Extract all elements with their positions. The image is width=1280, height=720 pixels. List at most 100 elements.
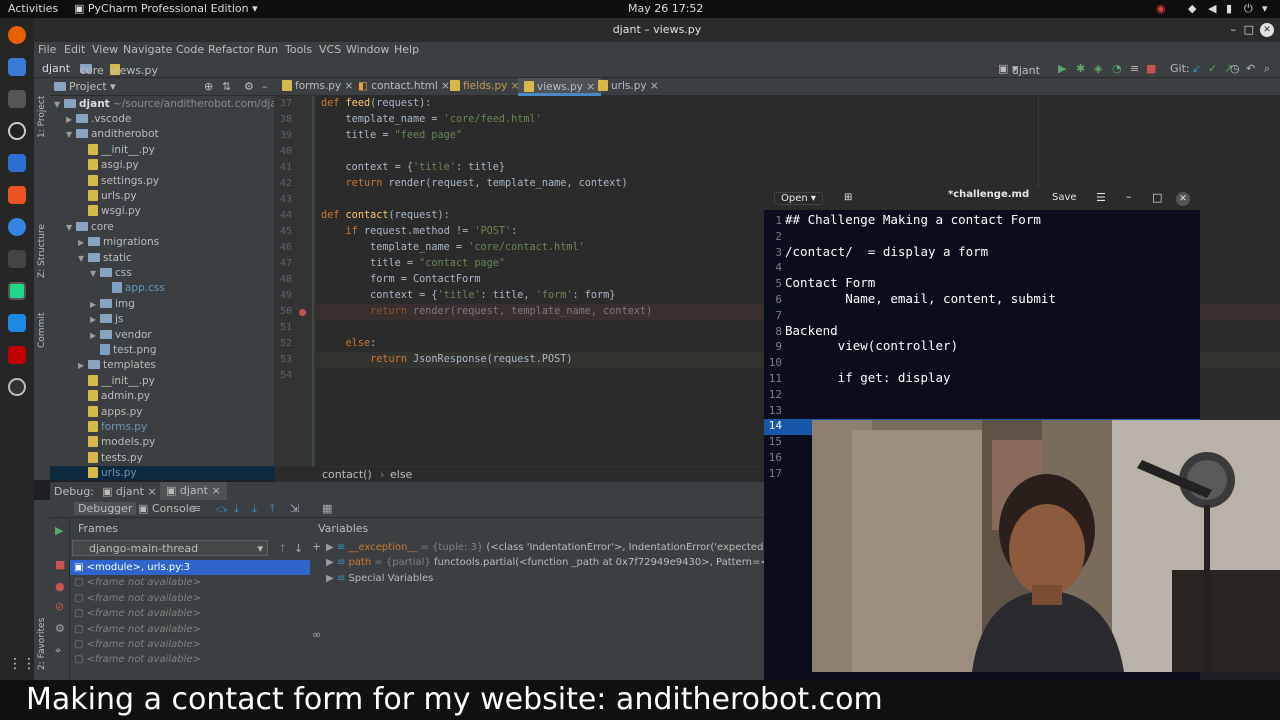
run-config-select[interactable]: ▣ djant ▾	[998, 62, 1040, 77]
settings-icon[interactable]: ⚙	[55, 622, 65, 635]
tree-item[interactable]: ▶ vendor	[50, 328, 274, 343]
system-menu-chevron-icon[interactable]: ▾	[1262, 2, 1268, 15]
tree-item[interactable]: ▼ core	[50, 220, 274, 235]
build-icon[interactable]: ≡	[1130, 62, 1139, 75]
editor-gutter[interactable]: 37 38 39 40 41 42 43 44 45 46 47 48 49 50 51 52 53 54	[274, 96, 316, 466]
new-document-icon[interactable]: ⊞	[844, 192, 852, 203]
tree-root[interactable]: ▼ djant ~/source/anditherobot.com/djant	[54, 97, 274, 112]
md-close-icon[interactable]: ✕	[1176, 192, 1190, 206]
hamburger-menu-icon[interactable]: ☰	[1096, 191, 1106, 204]
activities-button[interactable]: Activities	[8, 2, 58, 15]
tree-item[interactable]: ▶ img	[50, 297, 274, 312]
tab-urls[interactable]: urls.py ×	[598, 80, 659, 92]
frame-down-icon[interactable]: ↓	[294, 542, 303, 555]
tree-item[interactable]: ▶ templates	[50, 358, 274, 373]
pycharm-dock-icon[interactable]	[8, 282, 26, 300]
add-watch-icon[interactable]: +	[312, 540, 321, 553]
git-commit-icon[interactable]: ✓	[1208, 62, 1217, 75]
tree-item[interactable]: ▼ anditherobot	[50, 127, 274, 142]
menu-navigate[interactable]: Navigate	[123, 43, 172, 56]
git-update-icon[interactable]: ↙	[1192, 62, 1201, 75]
tree-item[interactable]: tests.py	[50, 451, 274, 466]
tree-item[interactable]: ▶ migrations	[50, 235, 274, 250]
frame-up-icon[interactable]: ↑	[278, 542, 287, 555]
tree-item[interactable]: ▼ css	[50, 266, 274, 281]
infinity-icon[interactable]: ∞	[312, 628, 321, 641]
step-over-icon[interactable]: ⤼	[216, 502, 228, 516]
md-minimize-icon[interactable]: –	[1126, 190, 1132, 203]
tree-item[interactable]: app.css	[50, 281, 274, 296]
console-tab[interactable]: ▣ Console	[138, 502, 196, 515]
close-window-icon[interactable]: ✕	[1260, 23, 1274, 37]
frame-item[interactable]: ▢ <frame not available>	[70, 622, 310, 637]
frame-item[interactable]: ▢ <frame not available>	[70, 575, 310, 590]
tab-contact-html[interactable]: ◧ contact.html ×	[358, 80, 450, 92]
app-menu[interactable]: ▣ PyCharm Professional Edition ▾	[74, 2, 258, 15]
wifi-icon[interactable]: ◆	[1188, 2, 1196, 15]
step-into-my-code-icon[interactable]: ⤓	[252, 502, 257, 516]
debugger-tab[interactable]: Debugger	[74, 502, 137, 515]
variable-row[interactable]: ▶ ≡ path = {partial} functools.partial(<…	[326, 555, 764, 570]
volume-icon[interactable]: ◀	[1208, 2, 1216, 15]
collapse-all-icon[interactable]: ⇅	[222, 80, 231, 93]
mute-breakpoints-icon[interactable]: ⊘	[55, 600, 64, 613]
variable-row[interactable]: ▶ ≡ __exception__ = {tuple: 3} (<class '…	[326, 540, 764, 555]
tree-item[interactable]: ▶ js	[50, 312, 274, 327]
tree-item[interactable]: apps.py	[50, 405, 274, 420]
search-everywhere-icon[interactable]: ⌕	[1264, 62, 1270, 76]
menu-help[interactable]: Help	[394, 43, 419, 56]
tree-item[interactable]: __init__.py	[50, 374, 274, 389]
tree-item[interactable]: forms.py	[50, 420, 274, 435]
pin-icon[interactable]: ⌖	[55, 644, 61, 658]
tree-item[interactable]: __init__.py	[50, 143, 274, 158]
tree-item[interactable]: admin.py	[50, 389, 274, 404]
tree-item[interactable]: wsgi.py	[50, 204, 274, 219]
software-icon[interactable]	[8, 186, 26, 204]
frame-item[interactable]: ▢ <frame not available>	[70, 591, 310, 606]
profile-icon[interactable]: ◔	[1112, 62, 1122, 75]
crumb-function[interactable]: contact()	[322, 468, 372, 481]
expand-triangle-icon[interactable]: ▶	[326, 542, 337, 553]
menu-edit[interactable]: Edit	[64, 43, 85, 56]
menu-vcs[interactable]: VCS	[319, 43, 341, 56]
frame-item-selected[interactable]: ▣ <module>, urls.py:3	[70, 560, 310, 575]
locate-icon[interactable]: ⊕	[204, 80, 213, 93]
run-icon[interactable]: ▶	[1058, 62, 1066, 75]
debug-session-tab[interactable]: ▣ djant ×	[102, 485, 157, 498]
steam-icon[interactable]	[8, 378, 26, 396]
frame-item[interactable]: ▢ <frame not available>	[70, 637, 310, 652]
tree-item[interactable]: test.png	[50, 343, 274, 358]
project-view-select[interactable]: Project ▾	[54, 80, 116, 93]
maximize-icon[interactable]: □	[1244, 18, 1254, 42]
menu-refactor[interactable]: Refactor	[208, 43, 254, 56]
frame-item[interactable]: ▢ <frame not available>	[70, 606, 310, 621]
files-icon[interactable]	[8, 90, 26, 108]
stop-debug-icon[interactable]: ■	[55, 558, 65, 571]
obs-icon[interactable]	[8, 122, 26, 140]
minimize-icon[interactable]: –	[1231, 18, 1237, 42]
rollback-icon[interactable]: ↶	[1246, 62, 1255, 75]
history-icon[interactable]: ◷	[1230, 62, 1240, 75]
tree-item-selected[interactable]: urls.py	[50, 466, 274, 480]
tab-forms[interactable]: forms.py ×	[282, 80, 353, 92]
stop-icon[interactable]: ■	[1146, 62, 1156, 75]
clock[interactable]: May 26 17:52	[628, 2, 703, 15]
expand-triangle-icon[interactable]: ▶	[326, 573, 337, 584]
breakpoint-icon[interactable]	[299, 309, 306, 316]
open-button[interactable]: Open ▾	[774, 192, 823, 205]
step-out-icon[interactable]: ⤒	[270, 502, 275, 516]
structure-tool-tab[interactable]: Z: Structure	[37, 224, 47, 278]
crumb-branch[interactable]: else	[390, 468, 412, 481]
menu-code[interactable]: Code	[176, 43, 204, 56]
menu-view[interactable]: View	[92, 43, 118, 56]
menu-file[interactable]: File	[38, 43, 56, 56]
help-icon[interactable]	[8, 218, 26, 236]
resume-icon[interactable]: ▶	[55, 524, 63, 537]
record-icon[interactable]: ◉	[1156, 2, 1166, 15]
show-execution-point-icon[interactable]: ≡	[192, 502, 201, 515]
debug-icon[interactable]: ✱	[1076, 62, 1085, 75]
writer-icon[interactable]	[8, 154, 26, 172]
power-icon[interactable]: ⏻	[1244, 2, 1253, 16]
terminal-icon[interactable]	[8, 250, 26, 268]
filezilla-icon[interactable]	[8, 346, 26, 364]
